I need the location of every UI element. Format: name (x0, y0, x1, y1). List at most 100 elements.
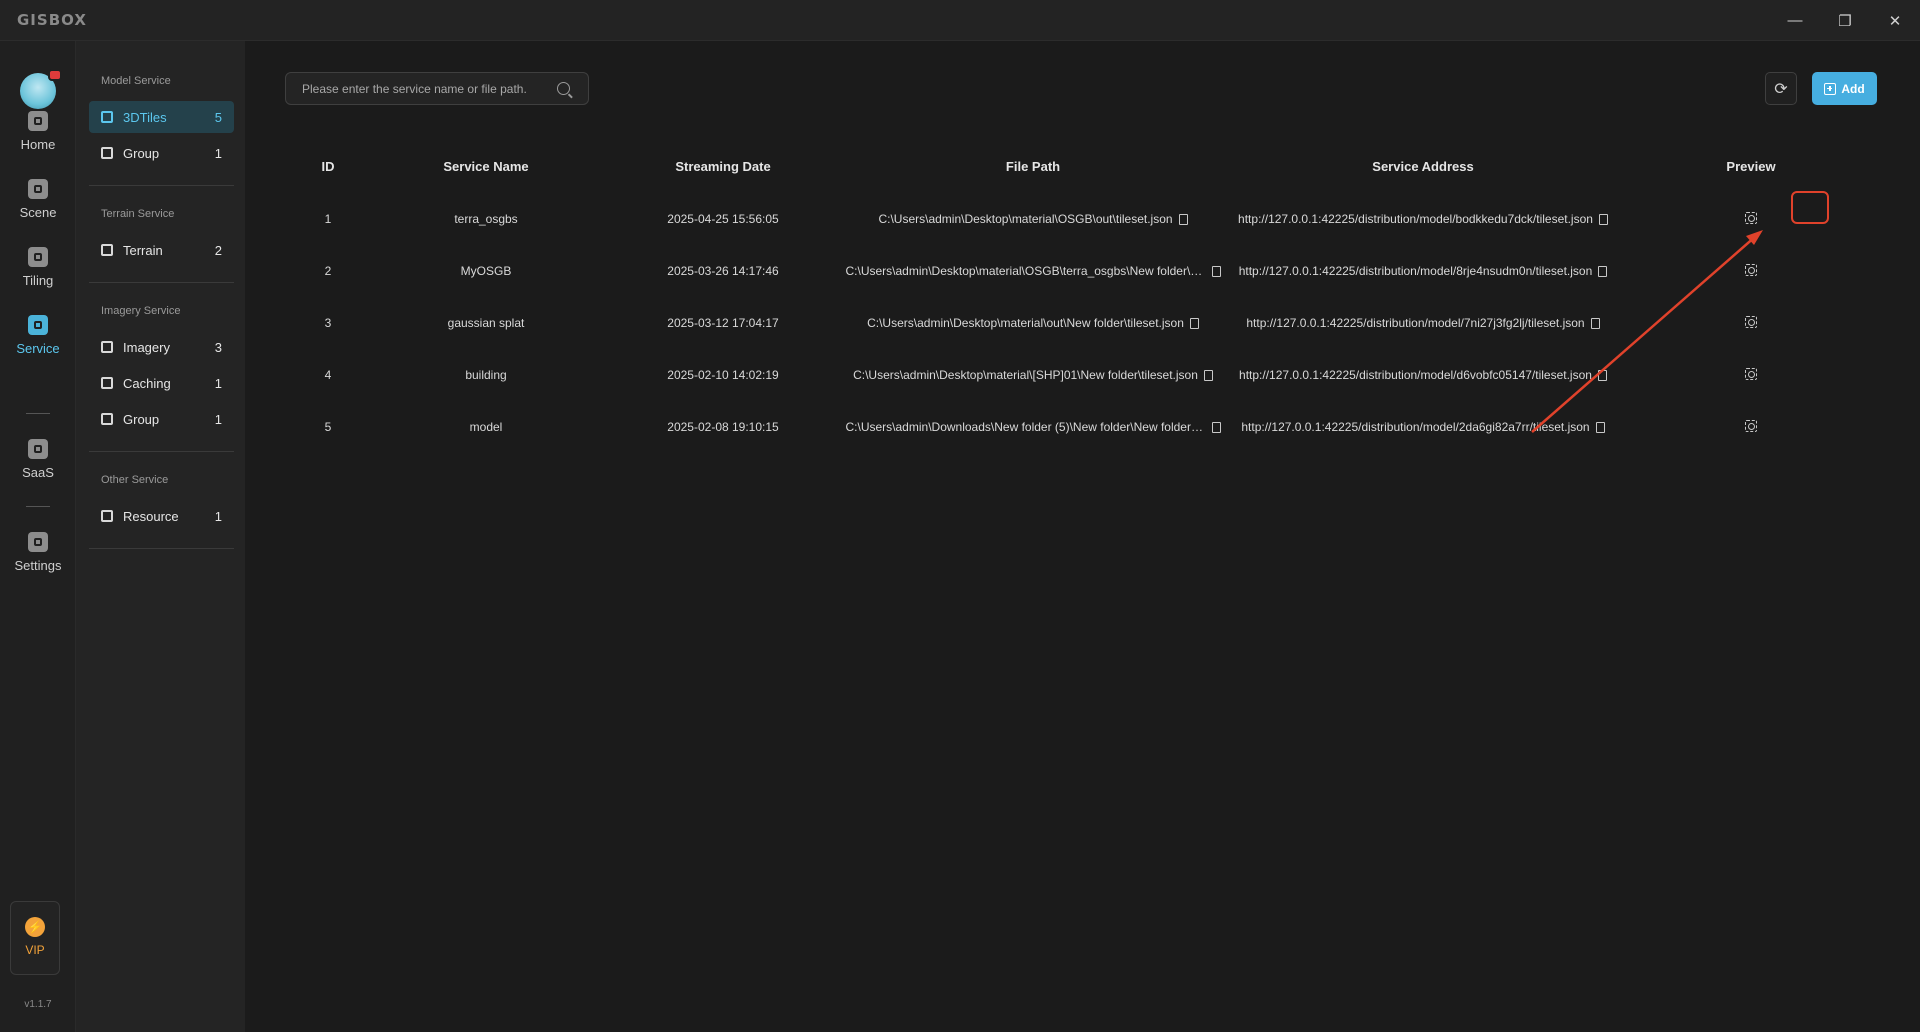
preview-icon[interactable] (1745, 211, 1757, 224)
row-service-name: MyOSGB (460, 264, 512, 278)
search-input[interactable] (286, 81, 557, 96)
service-item-label: Caching (123, 375, 171, 391)
service-item-terrain[interactable]: Terrain 2 (89, 234, 234, 266)
title-bar: GISBOX — ❐ ✕ (0, 0, 1920, 41)
nav-tiling[interactable]: Tiling (0, 247, 76, 303)
service-item-count: 1 (214, 375, 222, 391)
row-preview-cell (1625, 401, 1877, 453)
service-item-model-group[interactable]: Group 1 (89, 137, 234, 169)
table-row: 2 MyOSGB 2025-03-26 14:17:46 C:\Users\ad… (285, 245, 1877, 297)
vip-button[interactable]: ⚡ VIP (10, 901, 60, 975)
row-date: 2025-04-25 15:56:05 (667, 212, 779, 226)
service-item-imagery-group[interactable]: Group 1 (89, 403, 234, 435)
row-address-cell: http://127.0.0.1:42225/distribution/mode… (1221, 193, 1625, 245)
group-icon (101, 413, 113, 425)
row-date: 2025-03-26 14:17:46 (667, 264, 779, 278)
service-item-count: 3 (214, 339, 222, 355)
minimize-button[interactable]: — (1770, 0, 1820, 41)
file-icon[interactable] (1211, 265, 1221, 277)
copy-icon[interactable] (1598, 213, 1608, 225)
nav-settings[interactable]: Settings (0, 532, 76, 588)
saas-icon (28, 439, 48, 459)
service-item-imagery[interactable]: Imagery 3 (89, 331, 234, 363)
row-service-address: http://127.0.0.1:42225/distribution/mode… (1238, 264, 1593, 278)
add-button[interactable]: Add (1812, 72, 1877, 105)
nav-tiling-label: Tiling (22, 273, 54, 288)
services-table: ID Service Name Streaming Date File Path… (285, 139, 1877, 453)
row-id: 4 (324, 368, 332, 382)
preview-icon[interactable] (1745, 315, 1757, 328)
file-icon[interactable] (1203, 369, 1213, 381)
service-panel: Model Service 3DTiles 5 Group 1 Terrain … (76, 41, 245, 1032)
panel-divider (89, 185, 234, 186)
row-preview-cell (1625, 245, 1877, 297)
section-title-imagery: Imagery Service (101, 305, 181, 317)
table-row: 4 building 2025-02-10 14:02:19 C:\Users\… (285, 349, 1877, 401)
service-item-label: Group (123, 411, 160, 427)
service-item-caching[interactable]: Caching 1 (89, 367, 234, 399)
search-icon[interactable] (557, 82, 570, 95)
restore-button[interactable]: ❐ (1820, 0, 1870, 41)
preview-icon[interactable] (1745, 419, 1757, 432)
group-icon (101, 147, 113, 159)
row-id: 2 (324, 264, 332, 278)
version-label: v1.1.7 (24, 999, 52, 1010)
nav-saas[interactable]: SaaS (0, 439, 76, 495)
row-file-path-cell: C:\Users\admin\Desktop\material\OSGB\ter… (845, 245, 1221, 297)
caching-icon (101, 377, 113, 389)
nav-divider (26, 506, 50, 507)
row-id: 1 (324, 212, 332, 226)
service-item-count: 1 (214, 145, 222, 161)
row-id: 3 (324, 316, 332, 330)
row-service-name: model (469, 420, 503, 434)
row-file-path-cell: C:\Users\admin\Desktop\material\out\New … (845, 297, 1221, 349)
service-item-label: Resource (123, 508, 179, 524)
file-icon[interactable] (1178, 213, 1188, 225)
nav-divider (26, 413, 50, 414)
panel-divider (89, 548, 234, 549)
refresh-button[interactable]: ⟳ (1765, 72, 1797, 105)
row-service-name: building (465, 368, 507, 382)
nav-settings-label: Settings (14, 558, 62, 573)
file-icon[interactable] (1189, 317, 1199, 329)
close-button[interactable]: ✕ (1870, 0, 1920, 41)
service-item-count: 2 (214, 242, 222, 258)
notification-badge (48, 69, 62, 81)
service-item-count: 1 (214, 411, 222, 427)
refresh-icon: ⟳ (1774, 80, 1788, 98)
add-icon (1824, 82, 1837, 95)
service-item-label: Group (123, 145, 160, 161)
service-icon (28, 315, 48, 335)
row-address-cell: http://127.0.0.1:42225/distribution/mode… (1221, 349, 1625, 401)
nav-scene[interactable]: Scene (0, 179, 76, 235)
col-id: ID (321, 158, 335, 174)
home-icon (28, 111, 48, 131)
section-title-terrain: Terrain Service (101, 208, 175, 220)
service-item-3dtiles[interactable]: 3DTiles 5 (89, 101, 234, 133)
nav-home-label: Home (20, 137, 56, 152)
preview-icon[interactable] (1745, 367, 1757, 380)
service-item-label: Terrain (123, 242, 163, 258)
app-window: GISBOX — ❐ ✕ Home Scene Tiling Service S… (0, 0, 1920, 1032)
nav-rail: Home Scene Tiling Service SaaS Settings … (0, 41, 76, 1032)
row-file-path: C:\Users\admin\Desktop\material\[SHP]01\… (853, 368, 1198, 382)
row-file-path: C:\Users\admin\Desktop\material\OSGB\ter… (845, 264, 1206, 278)
copy-icon[interactable] (1597, 369, 1607, 381)
nav-home[interactable]: Home (0, 111, 76, 167)
nav-service[interactable]: Service (0, 315, 76, 371)
row-address-cell: http://127.0.0.1:42225/distribution/mode… (1221, 401, 1625, 453)
copy-icon[interactable] (1590, 317, 1600, 329)
copy-icon[interactable] (1595, 421, 1605, 433)
section-title-model: Model Service (101, 75, 171, 87)
file-icon[interactable] (1211, 421, 1221, 433)
col-file-path: File Path (1005, 158, 1061, 174)
service-item-resource[interactable]: Resource 1 (89, 500, 234, 532)
row-date: 2025-03-12 17:04:17 (667, 316, 779, 330)
vip-label: VIP (25, 943, 45, 957)
copy-icon[interactable] (1598, 265, 1608, 277)
add-button-label: Add (1841, 81, 1865, 96)
service-item-count: 1 (214, 508, 222, 524)
service-item-label: Imagery (123, 339, 170, 355)
preview-icon[interactable] (1745, 263, 1757, 276)
row-file-path: C:\Users\admin\Desktop\material\OSGB\out… (878, 212, 1173, 226)
